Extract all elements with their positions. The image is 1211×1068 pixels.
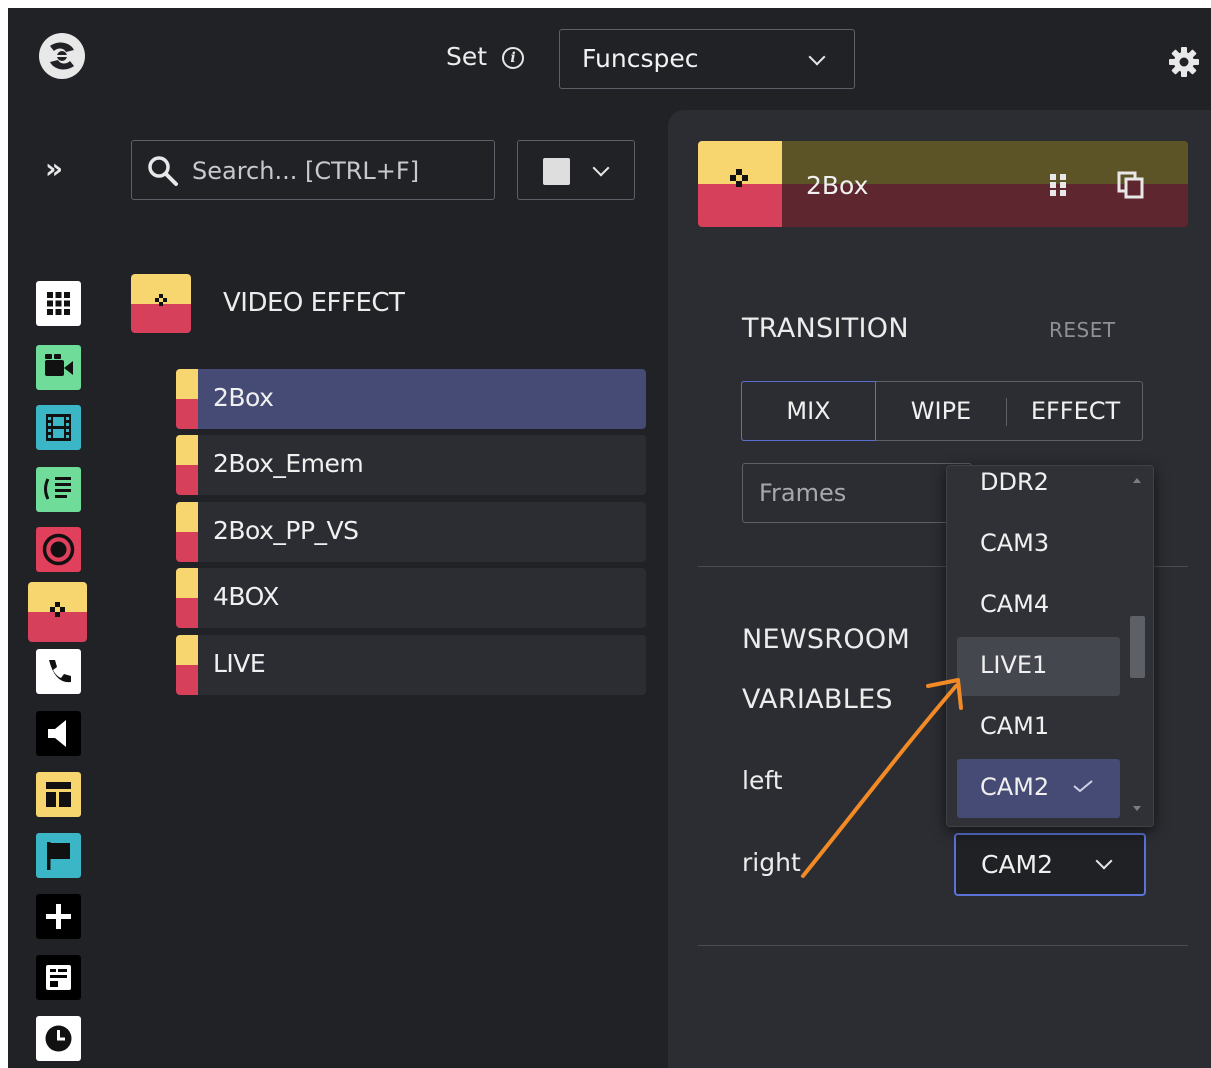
app-logo-icon [39, 33, 85, 79]
effect-item-label: 2Box_Emem [213, 449, 364, 478]
nav-video-effect-icon[interactable] [28, 582, 87, 642]
effect-item-label: 2Box_PP_VS [213, 516, 359, 545]
nav-record-icon[interactable] [36, 527, 81, 572]
transition-toggle-group: MIX WIPE EFFECT [741, 381, 1143, 441]
expand-sidebar-button[interactable]: » [45, 151, 63, 187]
nav-speaker-icon[interactable] [36, 711, 81, 756]
search-placeholder: Search... [CTRL+F] [192, 157, 420, 185]
dropdown-option-ddr2[interactable]: DDR2 [957, 466, 1120, 513]
newsroom-variables-title-line2: VARIABLES [742, 684, 893, 715]
dropdown-option-live1[interactable]: LIVE1 [957, 637, 1120, 696]
effect-item-live[interactable]: LIVE [176, 635, 646, 695]
color-strip-bottom [176, 465, 198, 495]
dropdown-option-cam4[interactable]: CAM4 [957, 576, 1120, 635]
gear-icon[interactable] [1168, 46, 1200, 78]
color-filter-select[interactable] [517, 140, 635, 200]
frames-placeholder: Frames [759, 479, 847, 507]
scroll-up-icon[interactable] [1133, 478, 1141, 483]
color-strip-bottom [176, 598, 198, 628]
nav-grid-icon[interactable] [36, 281, 81, 326]
frames-input[interactable]: Frames [742, 463, 972, 523]
set-select[interactable]: Funcspec [559, 29, 855, 89]
effect-item-label: 2Box [213, 383, 274, 412]
set-label: Set [446, 42, 488, 71]
color-strip-top [176, 502, 198, 532]
color-strip-top [176, 369, 198, 399]
search-icon [148, 156, 178, 186]
set-select-value: Funcspec [582, 44, 699, 73]
chevron-down-icon [808, 48, 826, 66]
category-title: VIDEO EFFECT [223, 288, 405, 318]
dropdown-option-label: CAM1 [980, 712, 1050, 740]
dropdown-scrollbar[interactable] [1130, 616, 1145, 678]
nav-plus-icon[interactable] [36, 894, 81, 939]
nav-flag-icon[interactable] [36, 833, 81, 878]
detail-title: 2Box [806, 171, 869, 200]
dropdown-option-cam3[interactable]: CAM3 [957, 515, 1120, 574]
search-input[interactable]: Search... [CTRL+F] [131, 140, 495, 200]
right-variable-label: right [742, 848, 801, 877]
check-icon [1073, 780, 1093, 793]
effect-item-2box-emem[interactable]: 2Box_Emem [176, 435, 646, 495]
nav-camera-icon[interactable] [36, 345, 81, 390]
transition-effect-button[interactable]: EFFECT [1007, 382, 1144, 440]
drag-grid-icon[interactable] [1048, 172, 1070, 198]
color-strip-bottom [176, 665, 198, 695]
app-window: Set i Funcspec » Search... [CTRL+F] VIDE… [8, 8, 1211, 1068]
reset-button[interactable]: RESET [1049, 318, 1116, 342]
color-strip-bottom [176, 399, 198, 429]
dropdown-option-cam2[interactable]: CAM2 [957, 759, 1120, 818]
chevron-down-icon [592, 159, 610, 177]
newsroom-variables-title-line1: NEWSROOM [742, 624, 911, 655]
dropdown-option-cam1[interactable]: CAM1 [957, 698, 1120, 757]
effect-item-label: LIVE [213, 649, 266, 678]
detail-header: 2Box [698, 141, 1188, 227]
dropdown-option-label: CAM2 [980, 773, 1050, 801]
dropdown-option-label: CAM3 [980, 529, 1050, 557]
color-strip-top [176, 635, 198, 665]
nav-voiceover-icon[interactable] [36, 467, 81, 512]
info-icon[interactable]: i [502, 47, 524, 69]
color-strip-top [176, 435, 198, 465]
dropdown-option-label: DDR2 [980, 468, 1049, 496]
nav-clock-icon[interactable] [36, 1016, 81, 1061]
dropdown-option-label: LIVE1 [980, 651, 1048, 679]
nav-phone-icon[interactable] [36, 649, 81, 694]
effect-item-2box-pp-vs[interactable]: 2Box_PP_VS [176, 502, 646, 562]
left-variable-label: left [742, 766, 783, 795]
effect-item-label: 4BOX [213, 582, 279, 611]
chevron-down-icon [1095, 852, 1113, 870]
nav-layout-icon[interactable] [36, 772, 81, 817]
scroll-down-icon[interactable] [1133, 806, 1141, 811]
right-variable-select[interactable]: CAM2 [954, 833, 1146, 896]
color-swatch [543, 158, 570, 185]
color-strip-bottom [176, 532, 198, 562]
transition-mix-button[interactable]: MIX [741, 381, 876, 441]
effect-item-2box[interactable]: 2Box [176, 369, 646, 429]
dropdown-option-label: CAM4 [980, 590, 1050, 618]
transition-wipe-button[interactable]: WIPE [876, 382, 1006, 440]
right-select-value: CAM2 [981, 850, 1054, 879]
variable-dropdown-list: DDR2 CAM3 CAM4 LIVE1 CAM1 CAM2 [946, 465, 1154, 827]
divider [698, 945, 1188, 946]
video-effect-category-icon [131, 274, 191, 333]
color-strip-top [176, 568, 198, 598]
nav-film-icon[interactable] [36, 405, 81, 450]
video-effect-icon [730, 169, 748, 187]
transition-title: TRANSITION [742, 313, 909, 344]
effect-item-4box[interactable]: 4BOX [176, 568, 646, 628]
nav-playlist-icon[interactable] [36, 955, 81, 1000]
copy-icon[interactable] [1116, 170, 1146, 200]
